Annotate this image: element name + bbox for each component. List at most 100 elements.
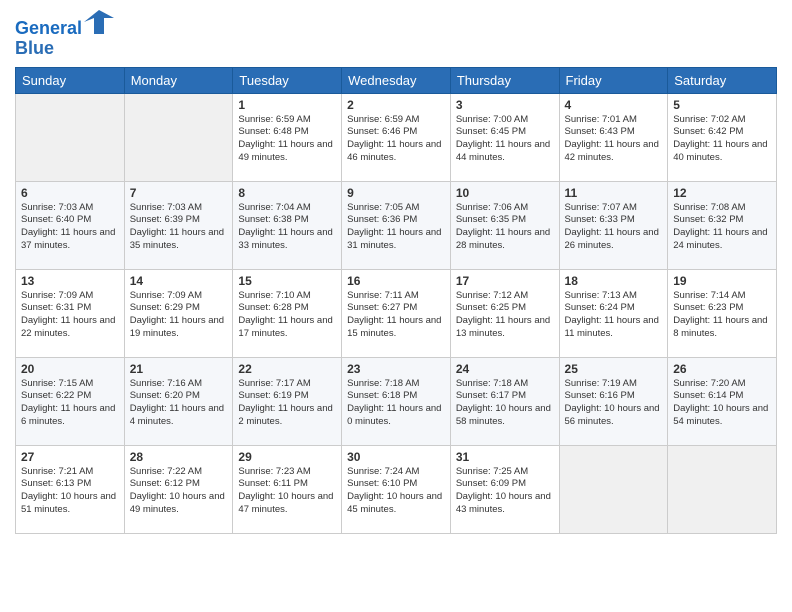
day-number: 19 (673, 274, 771, 288)
weekday-wednesday: Wednesday (342, 67, 451, 93)
day-info: Sunrise: 7:24 AM Sunset: 6:10 PM Dayligh… (347, 466, 445, 517)
week-row-4: 20 Sunrise: 7:15 AM Sunset: 6:22 PM Dayli… (16, 357, 777, 445)
day-info: Sunrise: 7:08 AM Sunset: 6:32 PM Dayligh… (673, 202, 771, 253)
day-info: Sunrise: 7:09 AM Sunset: 6:29 PM Dayligh… (130, 290, 228, 341)
day-cell: 16 Sunrise: 7:11 AM Sunset: 6:27 PM Dayli… (342, 269, 451, 357)
day-cell: 28 Sunrise: 7:22 AM Sunset: 6:12 PM Dayli… (124, 445, 233, 533)
day-info: Sunrise: 7:02 AM Sunset: 6:42 PM Dayligh… (673, 114, 771, 165)
day-number: 24 (456, 362, 554, 376)
day-cell: 11 Sunrise: 7:07 AM Sunset: 6:33 PM Dayli… (559, 181, 668, 269)
day-info: Sunrise: 7:10 AM Sunset: 6:28 PM Dayligh… (238, 290, 336, 341)
day-number: 28 (130, 450, 228, 464)
day-info: Sunrise: 7:21 AM Sunset: 6:13 PM Dayligh… (21, 466, 119, 517)
day-number: 17 (456, 274, 554, 288)
day-info: Sunrise: 7:03 AM Sunset: 6:39 PM Dayligh… (130, 202, 228, 253)
day-number: 27 (21, 450, 119, 464)
week-row-5: 27 Sunrise: 7:21 AM Sunset: 6:13 PM Dayli… (16, 445, 777, 533)
day-cell: 10 Sunrise: 7:06 AM Sunset: 6:35 PM Dayli… (450, 181, 559, 269)
day-number: 9 (347, 186, 445, 200)
day-cell: 26 Sunrise: 7:20 AM Sunset: 6:14 PM Dayli… (668, 357, 777, 445)
day-info: Sunrise: 7:18 AM Sunset: 6:18 PM Dayligh… (347, 378, 445, 429)
day-cell: 1Sunrise: 6:59 AM Sunset: 6:48 PM Daylig… (233, 93, 342, 181)
day-info: Sunrise: 6:59 AM Sunset: 6:48 PM Dayligh… (238, 114, 336, 165)
logo-bird-icon (84, 10, 114, 34)
week-row-2: 6 Sunrise: 7:03 AM Sunset: 6:40 PM Daylig… (16, 181, 777, 269)
day-cell (16, 93, 125, 181)
day-info: Sunrise: 7:05 AM Sunset: 6:36 PM Dayligh… (347, 202, 445, 253)
day-number: 21 (130, 362, 228, 376)
day-info: Sunrise: 7:07 AM Sunset: 6:33 PM Dayligh… (565, 202, 663, 253)
weekday-saturday: Saturday (668, 67, 777, 93)
day-cell: 3 Sunrise: 7:00 AM Sunset: 6:45 PM Daylig… (450, 93, 559, 181)
day-cell: 27 Sunrise: 7:21 AM Sunset: 6:13 PM Dayli… (16, 445, 125, 533)
day-cell: 4 Sunrise: 7:01 AM Sunset: 6:43 PM Daylig… (559, 93, 668, 181)
day-cell: 30Sunrise: 7:24 AM Sunset: 6:10 PM Dayli… (342, 445, 451, 533)
day-info: Sunrise: 7:18 AM Sunset: 6:17 PM Dayligh… (456, 378, 554, 429)
day-number: 3 (456, 98, 554, 112)
day-info: Sunrise: 7:06 AM Sunset: 6:35 PM Dayligh… (456, 202, 554, 253)
day-cell: 25 Sunrise: 7:19 AM Sunset: 6:16 PM Dayli… (559, 357, 668, 445)
day-cell: 7Sunrise: 7:03 AM Sunset: 6:39 PM Daylig… (124, 181, 233, 269)
weekday-friday: Friday (559, 67, 668, 93)
day-number: 4 (565, 98, 663, 112)
day-number: 13 (21, 274, 119, 288)
calendar-table: SundayMondayTuesdayWednesdayThursdayFrid… (15, 67, 777, 534)
weekday-sunday: Sunday (16, 67, 125, 93)
day-info: Sunrise: 7:13 AM Sunset: 6:24 PM Dayligh… (565, 290, 663, 341)
day-cell (559, 445, 668, 533)
day-number: 26 (673, 362, 771, 376)
day-number: 12 (673, 186, 771, 200)
weekday-monday: Monday (124, 67, 233, 93)
day-info: Sunrise: 7:15 AM Sunset: 6:22 PM Dayligh… (21, 378, 119, 429)
weekday-thursday: Thursday (450, 67, 559, 93)
day-cell: 12 Sunrise: 7:08 AM Sunset: 6:32 PM Dayli… (668, 181, 777, 269)
day-cell: 8Sunrise: 7:04 AM Sunset: 6:38 PM Daylig… (233, 181, 342, 269)
day-cell: 23Sunrise: 7:18 AM Sunset: 6:18 PM Dayli… (342, 357, 451, 445)
day-info: Sunrise: 7:12 AM Sunset: 6:25 PM Dayligh… (456, 290, 554, 341)
day-cell: 20 Sunrise: 7:15 AM Sunset: 6:22 PM Dayli… (16, 357, 125, 445)
day-cell: 22 Sunrise: 7:17 AM Sunset: 6:19 PM Dayli… (233, 357, 342, 445)
calendar-container: General Blue SundayMondayTuesdayWednesda… (0, 0, 792, 612)
day-info: Sunrise: 7:16 AM Sunset: 6:20 PM Dayligh… (130, 378, 228, 429)
day-cell: 6 Sunrise: 7:03 AM Sunset: 6:40 PM Daylig… (16, 181, 125, 269)
day-cell (124, 93, 233, 181)
day-info: Sunrise: 7:03 AM Sunset: 6:40 PM Dayligh… (21, 202, 119, 253)
day-cell: 21 Sunrise: 7:16 AM Sunset: 6:20 PM Dayli… (124, 357, 233, 445)
day-cell: 17 Sunrise: 7:12 AM Sunset: 6:25 PM Dayli… (450, 269, 559, 357)
day-info: Sunrise: 7:14 AM Sunset: 6:23 PM Dayligh… (673, 290, 771, 341)
day-info: Sunrise: 7:23 AM Sunset: 6:11 PM Dayligh… (238, 466, 336, 517)
day-info: Sunrise: 7:22 AM Sunset: 6:12 PM Dayligh… (130, 466, 228, 517)
day-number: 10 (456, 186, 554, 200)
day-number: 15 (238, 274, 336, 288)
day-cell: 15 Sunrise: 7:10 AM Sunset: 6:28 PM Dayli… (233, 269, 342, 357)
week-row-1: 1Sunrise: 6:59 AM Sunset: 6:48 PM Daylig… (16, 93, 777, 181)
day-cell: 14 Sunrise: 7:09 AM Sunset: 6:29 PM Dayli… (124, 269, 233, 357)
day-info: Sunrise: 7:17 AM Sunset: 6:19 PM Dayligh… (238, 378, 336, 429)
day-number: 6 (21, 186, 119, 200)
day-number: 25 (565, 362, 663, 376)
day-cell: 24 Sunrise: 7:18 AM Sunset: 6:17 PM Dayli… (450, 357, 559, 445)
day-info: Sunrise: 7:04 AM Sunset: 6:38 PM Dayligh… (238, 202, 336, 253)
day-cell: 2Sunrise: 6:59 AM Sunset: 6:46 PM Daylig… (342, 93, 451, 181)
day-cell: 18Sunrise: 7:13 AM Sunset: 6:24 PM Dayli… (559, 269, 668, 357)
day-number: 16 (347, 274, 445, 288)
weekday-tuesday: Tuesday (233, 67, 342, 93)
day-info: Sunrise: 7:19 AM Sunset: 6:16 PM Dayligh… (565, 378, 663, 429)
day-cell: 5 Sunrise: 7:02 AM Sunset: 6:42 PM Daylig… (668, 93, 777, 181)
day-info: Sunrise: 7:01 AM Sunset: 6:43 PM Dayligh… (565, 114, 663, 165)
day-number: 20 (21, 362, 119, 376)
day-info: Sunrise: 7:11 AM Sunset: 6:27 PM Dayligh… (347, 290, 445, 341)
day-info: Sunrise: 7:09 AM Sunset: 6:31 PM Dayligh… (21, 290, 119, 341)
day-number: 2 (347, 98, 445, 112)
logo-general: General (15, 18, 82, 38)
day-cell: 19 Sunrise: 7:14 AM Sunset: 6:23 PM Dayli… (668, 269, 777, 357)
day-info: Sunrise: 7:20 AM Sunset: 6:14 PM Dayligh… (673, 378, 771, 429)
day-number: 14 (130, 274, 228, 288)
day-number: 5 (673, 98, 771, 112)
day-cell: 31Sunrise: 7:25 AM Sunset: 6:09 PM Dayli… (450, 445, 559, 533)
day-info: Sunrise: 7:00 AM Sunset: 6:45 PM Dayligh… (456, 114, 554, 165)
day-number: 11 (565, 186, 663, 200)
day-cell (668, 445, 777, 533)
day-number: 22 (238, 362, 336, 376)
day-cell: 9 Sunrise: 7:05 AM Sunset: 6:36 PM Daylig… (342, 181, 451, 269)
